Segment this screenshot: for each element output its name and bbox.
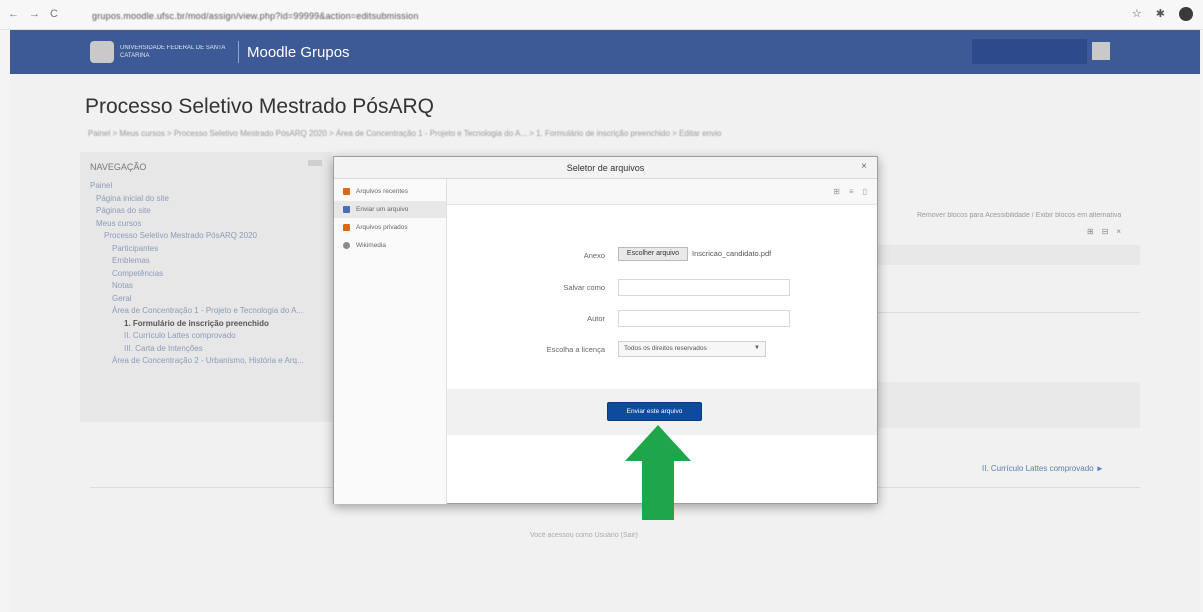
license-select[interactable]: Todos os direitos reservados ▼ bbox=[618, 341, 766, 357]
navigation-tree: Painel Página inicial do site Páginas do… bbox=[90, 180, 304, 368]
block-collapse-icon[interactable] bbox=[308, 160, 322, 166]
close-icon[interactable]: × bbox=[861, 161, 867, 172]
collapse-icon[interactable]: ⊟ bbox=[1102, 227, 1109, 236]
green-pointer-arrow-icon bbox=[625, 425, 691, 520]
selected-file-name: Inscricao_candidato.pdf bbox=[692, 249, 772, 258]
nav-item[interactable]: Páginas do site bbox=[90, 205, 304, 218]
navigation-title: NAVEGAÇÃO bbox=[90, 162, 147, 172]
header-divider bbox=[238, 41, 239, 63]
private-files-icon bbox=[343, 224, 350, 231]
footer-login-info: Você acessou como Usuário (Sair) bbox=[530, 532, 638, 539]
site-name: Moodle Grupos bbox=[247, 43, 350, 61]
university-name: UNIVERSIDADE FEDERAL DE SANTA CATARINA bbox=[120, 45, 226, 59]
dialog-title: Seletor de arquivos bbox=[566, 163, 645, 173]
repo-label: Wikimedia bbox=[356, 242, 386, 249]
nav-item-current[interactable]: 1. Formulário de inscrição preenchido bbox=[90, 318, 304, 331]
author-label: Autor bbox=[587, 314, 605, 323]
nav-item[interactable]: Processo Seletivo Mestrado PósARQ 2020 bbox=[90, 230, 304, 243]
repository-list: Arquivos recentes Enviar um arquivo Arqu… bbox=[334, 179, 447, 504]
browser-toolbar: ← → C grupos.moodle.ufsc.br/mod/assign/v… bbox=[0, 0, 1203, 30]
repo-label: Arquivos recentes bbox=[356, 188, 409, 195]
upload-file-button[interactable]: Enviar este arquivo bbox=[607, 402, 702, 421]
content-toolbar: ⊞ ⊟ × bbox=[1087, 227, 1121, 236]
recent-files-icon bbox=[343, 188, 350, 195]
content-row bbox=[872, 304, 1140, 313]
nav-item[interactable]: III. Carta de Intenções bbox=[90, 343, 304, 356]
navigation-block: NAVEGAÇÃO Painel Página inicial do site … bbox=[80, 152, 332, 422]
forward-icon[interactable]: → bbox=[29, 8, 40, 20]
icon-view-icon[interactable]: ⊞ bbox=[833, 187, 840, 196]
dialog-header: Seletor de arquivos × bbox=[334, 157, 877, 179]
file-picker-dialog: Seletor de arquivos × Arquivos recentes … bbox=[333, 156, 878, 504]
ufsc-seal-icon bbox=[90, 41, 114, 63]
picker-toolbar: ⊞ ≡ ▯ bbox=[447, 179, 877, 205]
nav-item[interactable]: Notas bbox=[90, 280, 304, 293]
site-logo[interactable]: UNIVERSIDADE FEDERAL DE SANTA CATARINA M… bbox=[90, 41, 350, 63]
nav-item[interactable]: Competências bbox=[90, 268, 304, 281]
upload-icon bbox=[343, 206, 350, 213]
content-box bbox=[872, 382, 1140, 428]
user-menu-icon[interactable] bbox=[1092, 42, 1110, 60]
choose-file-button[interactable]: Escolher arquivo bbox=[618, 247, 688, 261]
wikimedia-icon bbox=[343, 242, 350, 249]
chevron-down-icon: ▼ bbox=[754, 345, 760, 351]
reload-icon[interactable]: C bbox=[50, 8, 58, 20]
repo-label: Enviar um arquivo bbox=[356, 206, 409, 213]
list-view-icon[interactable]: ≡ bbox=[849, 187, 854, 196]
breadcrumb[interactable]: Painel > Meus cursos > Processo Seletivo… bbox=[88, 129, 721, 138]
page-title: Processo Seletivo Mestrado PósARQ bbox=[85, 95, 434, 118]
view-mode-icons: ⊞ ≡ ▯ bbox=[833, 187, 867, 196]
nav-item[interactable]: Área de Concentração 2 - Urbanismo, Hist… bbox=[90, 355, 304, 368]
next-activity-link[interactable]: II. Currículo Lattes comprovado ► bbox=[982, 464, 1104, 473]
extensions-icon[interactable]: ✱ bbox=[1156, 7, 1165, 21]
nav-item[interactable]: Meus cursos bbox=[90, 218, 304, 231]
close-icon[interactable]: × bbox=[1116, 227, 1121, 236]
author-input[interactable] bbox=[618, 310, 790, 327]
header-search-box[interactable] bbox=[972, 39, 1087, 64]
license-label: Escolha a licença bbox=[546, 345, 605, 354]
repo-upload-file[interactable]: Enviar um arquivo bbox=[334, 201, 446, 218]
nav-item[interactable]: Participantes bbox=[90, 243, 304, 256]
save-as-label: Salvar como bbox=[563, 283, 605, 292]
anexo-label: Anexo bbox=[583, 251, 605, 260]
profile-avatar-icon[interactable] bbox=[1179, 7, 1193, 21]
filemanager-header bbox=[872, 245, 1140, 265]
site-header: UNIVERSIDADE FEDERAL DE SANTA CATARINA M… bbox=[10, 30, 1200, 74]
browser-nav: ← → C bbox=[8, 8, 58, 20]
accessibility-link[interactable]: Remover blocos para Acessibilidade / Exi… bbox=[917, 212, 1121, 219]
expand-icon[interactable]: ⊞ bbox=[1087, 227, 1094, 236]
address-bar[interactable]: grupos.moodle.ufsc.br/mod/assign/view.ph… bbox=[92, 11, 419, 21]
back-icon[interactable]: ← bbox=[8, 8, 19, 20]
repo-recent-files[interactable]: Arquivos recentes bbox=[343, 183, 443, 200]
license-value: Todos os direitos reservados bbox=[624, 345, 707, 352]
nav-item[interactable]: Página inicial do site bbox=[90, 193, 304, 206]
repo-label: Arquivos privados bbox=[356, 224, 408, 231]
nav-item[interactable]: Área de Concentração 1 - Projeto e Tecno… bbox=[90, 305, 304, 318]
nav-item[interactable]: Geral bbox=[90, 293, 304, 306]
browser-actions: ☆ ✱ bbox=[1132, 7, 1193, 21]
nav-item[interactable]: Emblemas bbox=[90, 255, 304, 268]
save-as-input[interactable] bbox=[618, 279, 790, 296]
nav-item[interactable]: Painel bbox=[90, 180, 304, 193]
bookmark-star-icon[interactable]: ☆ bbox=[1132, 7, 1142, 21]
repo-wikimedia[interactable]: Wikimedia bbox=[343, 237, 443, 254]
repo-private-files[interactable]: Arquivos privados bbox=[343, 219, 443, 236]
nav-item[interactable]: II. Currículo Lattes comprovado bbox=[90, 330, 304, 343]
tree-view-icon[interactable]: ▯ bbox=[863, 187, 867, 196]
